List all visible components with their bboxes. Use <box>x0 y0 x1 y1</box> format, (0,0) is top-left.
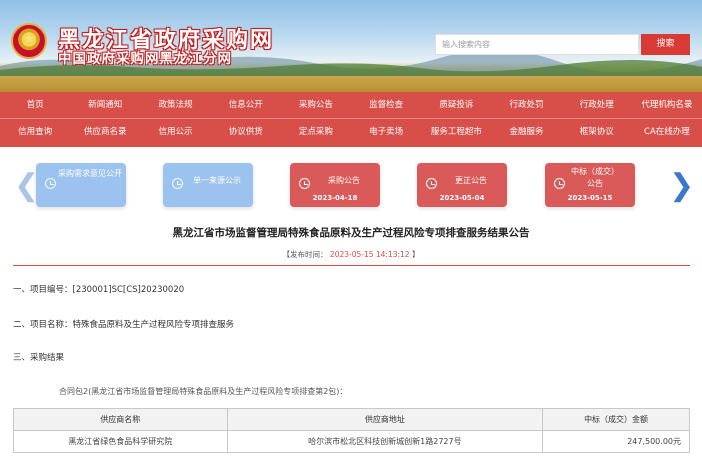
column-header-supplier-address: 供应商地址 <box>226 408 544 431</box>
minus-circle-icon <box>45 178 56 189</box>
minus-circle-icon <box>172 178 183 189</box>
nav-item-supervision[interactable]: 监督检查 <box>351 92 421 118</box>
card-procurement-notice[interactable]: 采购公告 2023-04-18 <box>290 163 380 207</box>
card-label: 中标（成交）公告 <box>571 167 619 188</box>
nav-item-news[interactable]: 新闻通知 <box>70 92 140 118</box>
nav-item-admin-handling[interactable]: 行政处理 <box>562 92 632 118</box>
nav-row-1: 首页 新闻通知 政策法规 信息公开 采购公告 监督检查 质疑投诉 行政处罚 行政… <box>0 92 702 119</box>
search-button[interactable]: 搜索 <box>641 34 690 55</box>
card-label: 单一来源公示 <box>193 176 241 185</box>
national-emblem-icon <box>11 23 47 59</box>
column-header-award-amount: 中标（成交）金额 <box>542 408 690 431</box>
column-header-supplier-name: 供应商名称 <box>13 408 228 431</box>
clock-icon <box>426 178 437 189</box>
nav-item-agency-directory[interactable]: 代理机构名录 <box>632 92 702 118</box>
nav-item-service-market[interactable]: 服务工程超市 <box>421 119 491 146</box>
nav-item-procurement-notices[interactable]: 采购公告 <box>281 92 351 118</box>
nav-item-info-disclosure[interactable]: 信息公开 <box>211 92 281 118</box>
publish-time: 2023-05-15 14:13:12 <box>329 250 410 259</box>
page-title: 黑龙江省市场监督管理局特殊食品原料及生产过程风险专项排查服务结果公告 <box>172 227 530 239</box>
publish-suffix: 】 <box>411 250 420 259</box>
nav-item-complaints[interactable]: 质疑投诉 <box>421 92 491 118</box>
search-input[interactable] <box>435 34 639 55</box>
nav-item-penalties[interactable]: 行政处罚 <box>491 92 561 118</box>
card-correction-notice[interactable]: 更正公告 2023-05-04 <box>417 163 507 207</box>
contract-package-label: 合同包2(黑龙江省市场监督管理局特殊食品原料及生产过程风险专项排查第2包)： <box>59 387 348 396</box>
site-subtitle: 中国政府采购网黑龙江分网 <box>58 51 232 67</box>
clock-icon <box>299 178 310 189</box>
nav-item-home[interactable]: 首页 <box>0 92 70 118</box>
nav-item-credit-publicity[interactable]: 信用公示 <box>140 119 210 146</box>
cell-supplier-address: 哈尔滨市松北区科技创新城创新1路2727号 <box>226 430 544 453</box>
results-table: 供应商名称 供应商地址 中标（成交）金额 黑龙江省绿色食品科学研究院 哈尔滨市松… <box>13 408 690 453</box>
nav-row-2: 信用查询 供应商名录 信用公示 协议供货 定点采购 电子卖场 服务工程超市 金融… <box>0 119 702 146</box>
nav-item-credit-query[interactable]: 信用查询 <box>0 119 70 146</box>
publish-time-line: 【发布时间： 2023-05-15 14:13:12 】 <box>0 249 702 260</box>
main-nav: 首页 新闻通知 政策法规 信息公开 采购公告 监督检查 质疑投诉 行政处罚 行政… <box>0 92 702 147</box>
card-date: 2023-04-18 <box>312 194 358 202</box>
card-award-notice[interactable]: 中标（成交）公告 2023-05-15 <box>545 163 635 207</box>
nav-item-financial-services[interactable]: 金融服务 <box>491 119 561 146</box>
cell-supplier-name: 黑龙江省绿色食品科学研究院 <box>13 430 228 453</box>
section-results-heading: 三、采购结果 <box>13 353 65 363</box>
nav-item-supplier-directory[interactable]: 供应商名录 <box>70 119 140 146</box>
table-header-row: 供应商名称 供应商地址 中标（成交）金额 <box>13 408 690 431</box>
section-project-number: 一、项目编号：[230001]SC[CS]20230020 <box>13 285 185 295</box>
card-demand-disclosure[interactable]: 采购需求意见公开 <box>36 163 126 207</box>
nav-item-agreement-supply[interactable]: 协议供货 <box>211 119 281 146</box>
title-divider <box>13 265 690 266</box>
clock-icon <box>554 178 565 189</box>
card-label: 更正公告 <box>455 176 487 185</box>
nav-item-framework-agreement[interactable]: 框架协议 <box>562 119 632 146</box>
site-banner: 黑龙江省政府采购网 中国政府采购网黑龙江分网 搜索 <box>0 0 702 92</box>
cell-award-amount: 247,500.00元 <box>542 430 690 453</box>
nav-item-policies[interactable]: 政策法规 <box>140 92 210 118</box>
card-date: 2023-05-15 <box>567 194 613 202</box>
card-label: 采购公告 <box>328 176 360 185</box>
card-single-source[interactable]: 单一来源公示 <box>163 163 253 207</box>
publish-prefix: 【发布时间： <box>282 250 328 259</box>
nav-item-e-mall[interactable]: 电子卖场 <box>351 119 421 146</box>
table-row: 黑龙江省绿色食品科学研究院 哈尔滨市松北区科技创新城创新1路2727号 247,… <box>13 430 690 453</box>
card-date: 2023-05-04 <box>439 194 485 202</box>
nav-item-designated-procurement[interactable]: 定点采购 <box>281 119 351 146</box>
card-label: 采购需求意见公开 <box>58 169 122 178</box>
section-project-name: 二、项目名称：特殊食品原料及生产过程风险专项排查服务 <box>13 320 235 330</box>
chevron-right-icon[interactable]: ❯ <box>669 171 694 201</box>
nav-item-ca-online[interactable]: CA在线办理 <box>632 119 702 146</box>
